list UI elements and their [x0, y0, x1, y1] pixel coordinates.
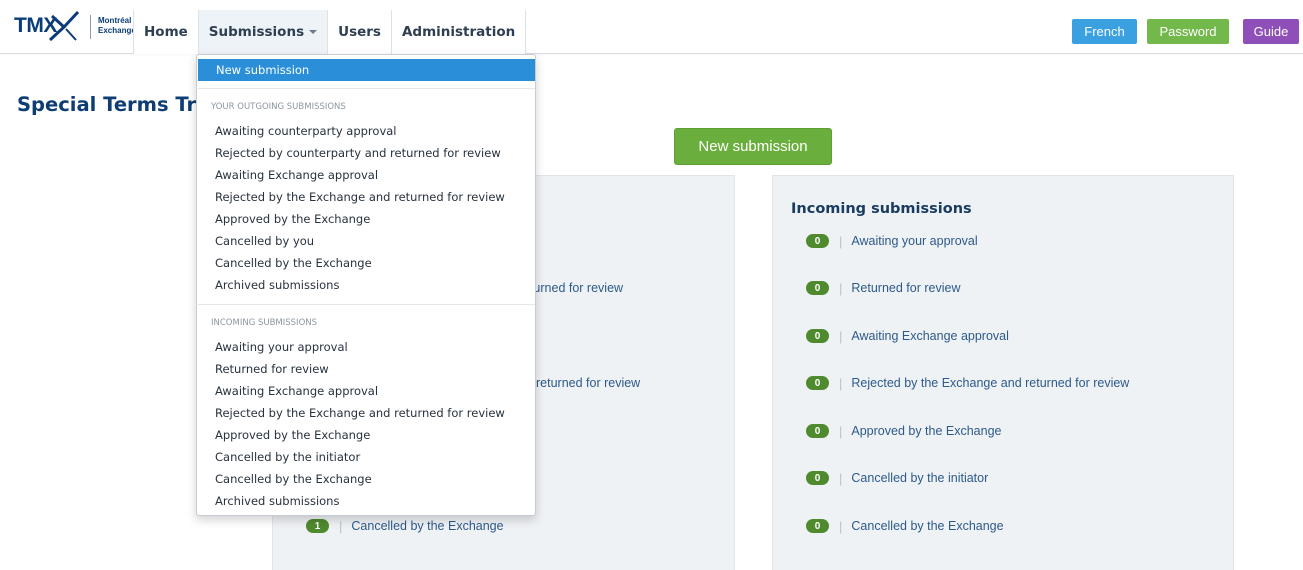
guide-button[interactable]: Guide [1243, 19, 1299, 44]
nav-home[interactable]: Home [133, 10, 198, 54]
menu-item-incoming[interactable]: Cancelled by the Exchange [215, 471, 372, 487]
nav-users-label: Users [338, 24, 381, 40]
menu-item-outgoing[interactable]: Rejected by the Exchange and returned fo… [215, 189, 505, 205]
menu-item-new-submission[interactable]: New submission [198, 59, 535, 81]
menu-divider [198, 88, 535, 89]
menu-item-incoming[interactable]: Approved by the Exchange [215, 427, 370, 443]
row-divider: | [839, 375, 843, 391]
incoming-submissions-panel: Incoming submissions 0 | Awaiting your a… [772, 175, 1234, 570]
menu-item-outgoing[interactable]: Archived submissions [215, 277, 339, 293]
logo-exchange-line2: Exchange [98, 26, 136, 35]
new-submission-button[interactable]: New submission [674, 128, 832, 165]
status-row: 0 | Cancelled by the initiator [806, 469, 988, 487]
status-row: 0 | Rejected by the Exchange and returne… [806, 374, 1129, 392]
outgoing-row-partial-text[interactable]: returned for review [536, 376, 640, 390]
status-link[interactable]: Awaiting your approval [851, 234, 977, 248]
nav-administration[interactable]: Administration [390, 10, 527, 54]
menu-item-incoming[interactable]: Awaiting your approval [215, 339, 348, 355]
row-divider: | [839, 470, 843, 486]
row-divider: | [339, 518, 343, 534]
tmx-logo[interactable]: TMX Montréal Exchange [14, 10, 136, 44]
nav-submissions-label: Submissions [208, 24, 305, 40]
row-divider: | [839, 280, 843, 296]
status-link[interactable]: Cancelled by the Exchange [851, 519, 1003, 533]
count-badge: 0 [806, 281, 829, 295]
logo-exchange-line1: Montréal [98, 16, 132, 25]
count-badge: 0 [806, 519, 829, 533]
password-button[interactable]: Password [1147, 19, 1229, 44]
menu-item-outgoing[interactable]: Awaiting Exchange approval [215, 167, 378, 183]
menu-divider [198, 304, 535, 305]
menu-item-outgoing[interactable]: Cancelled by you [215, 233, 314, 249]
row-divider: | [839, 423, 843, 439]
status-row: 0 | Awaiting your approval [806, 232, 978, 250]
menu-item-incoming[interactable]: Cancelled by the initiator [215, 449, 360, 465]
count-badge: 0 [806, 376, 829, 390]
page-title: Special Terms Tr [17, 93, 197, 116]
status-link[interactable]: Returned for review [851, 281, 960, 295]
menu-item-incoming[interactable]: Returned for review [215, 361, 329, 377]
row-divider: | [839, 233, 843, 249]
nav-users[interactable]: Users [327, 10, 391, 54]
outgoing-row-partial-text[interactable]: eturned for review [523, 281, 623, 295]
submissions-dropdown-menu: New submission YOUR OUTGOING SUBMISSIONS… [196, 54, 536, 516]
row-divider: | [839, 518, 843, 534]
status-row: 0 | Awaiting Exchange approval [806, 327, 1009, 345]
menu-header-incoming: INCOMING SUBMISSIONS [211, 318, 318, 328]
status-row: 1 | Cancelled by the Exchange [306, 517, 504, 535]
count-badge: 0 [806, 471, 829, 485]
nav-home-label: Home [144, 24, 188, 40]
status-row: 0 | Cancelled by the Exchange [806, 517, 1004, 535]
row-divider: | [839, 328, 843, 344]
menu-item-outgoing[interactable]: Cancelled by the Exchange [215, 255, 372, 271]
menu-header-outgoing: YOUR OUTGOING SUBMISSIONS [211, 102, 346, 112]
caret-down-icon [309, 30, 318, 34]
menu-item-outgoing[interactable]: Awaiting counterparty approval [215, 123, 397, 139]
top-navbar: TMX Montréal Exchange Home Submissions U… [0, 0, 1303, 54]
count-badge: 1 [306, 519, 329, 533]
logo-separator [90, 15, 91, 39]
menu-item-incoming[interactable]: Archived submissions [215, 493, 339, 509]
panel-heading: Incoming submissions [791, 201, 972, 217]
main-nav: Home Submissions Users Administration [133, 10, 527, 54]
logo-x-mark-icon [48, 10, 80, 42]
french-button[interactable]: French [1072, 19, 1137, 44]
status-link[interactable]: Approved by the Exchange [851, 424, 1001, 438]
status-row: 0 | Approved by the Exchange [806, 422, 1002, 440]
status-link[interactable]: Cancelled by the Exchange [351, 519, 503, 533]
menu-item-outgoing[interactable]: Approved by the Exchange [215, 211, 370, 227]
nav-administration-label: Administration [401, 24, 516, 40]
count-badge: 0 [806, 234, 829, 248]
status-link[interactable]: Rejected by the Exchange and returned fo… [851, 376, 1129, 390]
count-badge: 0 [806, 329, 829, 343]
nav-submissions[interactable]: Submissions [197, 10, 328, 54]
status-link[interactable]: Cancelled by the initiator [851, 471, 988, 485]
menu-item-incoming[interactable]: Rejected by the Exchange and returned fo… [215, 405, 505, 421]
menu-item-incoming[interactable]: Awaiting Exchange approval [215, 383, 378, 399]
menu-item-outgoing[interactable]: Rejected by counterparty and returned fo… [215, 145, 501, 161]
status-link[interactable]: Awaiting Exchange approval [851, 329, 1009, 343]
count-badge: 0 [806, 424, 829, 438]
status-row: 0 | Returned for review [806, 279, 960, 297]
logo-exchange-text: Montréal Exchange [98, 16, 136, 36]
